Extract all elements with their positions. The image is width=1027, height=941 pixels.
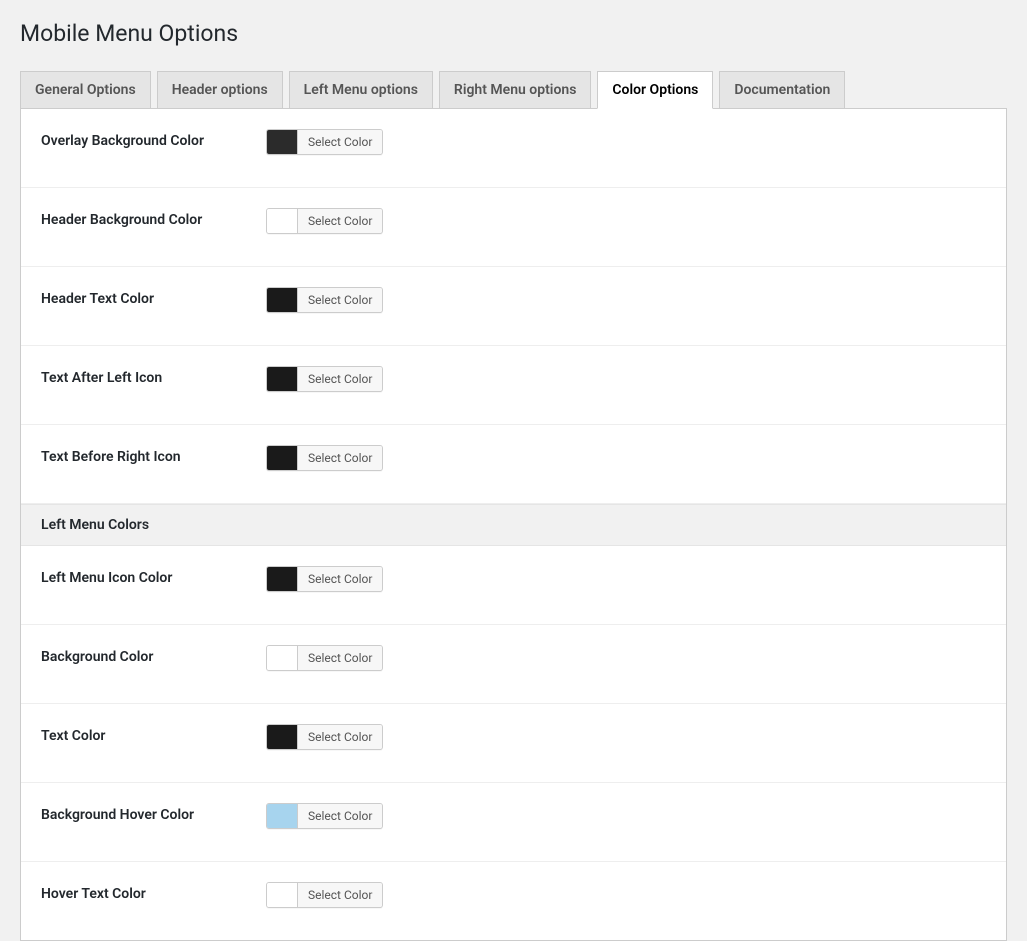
select-color-button[interactable]: Select Color (298, 367, 382, 391)
color-swatch[interactable] (267, 725, 298, 749)
tab-general-options[interactable]: General Options (20, 71, 151, 109)
field-label: Hover Text Color (41, 882, 266, 902)
field-left-menu-bg-hover-color: Background Hover Color Select Color (21, 783, 1006, 862)
field-label: Header Text Color (41, 287, 266, 307)
tab-left-menu-options[interactable]: Left Menu options (289, 71, 433, 109)
color-picker[interactable]: Select Color (266, 445, 383, 471)
field-label: Text Before Right Icon (41, 445, 266, 465)
field-label: Background Color (41, 645, 266, 665)
page-title: Mobile Menu Options (20, 10, 1007, 53)
settings-panel: Overlay Background Color Select Color He… (20, 108, 1007, 941)
select-color-button[interactable]: Select Color (298, 446, 382, 470)
field-left-menu-hover-text-color: Hover Text Color Select Color (21, 862, 1006, 940)
select-color-button[interactable]: Select Color (298, 725, 382, 749)
field-label: Background Hover Color (41, 803, 266, 823)
tab-color-options[interactable]: Color Options (597, 71, 713, 109)
field-label: Left Menu Icon Color (41, 566, 266, 586)
field-left-menu-text-color: Text Color Select Color (21, 704, 1006, 783)
field-label: Header Background Color (41, 208, 266, 228)
select-color-button[interactable]: Select Color (298, 646, 382, 670)
color-picker[interactable]: Select Color (266, 882, 383, 908)
color-swatch[interactable] (267, 367, 298, 391)
color-picker[interactable]: Select Color (266, 803, 383, 829)
field-left-menu-bg-color: Background Color Select Color (21, 625, 1006, 704)
color-swatch[interactable] (267, 883, 298, 907)
field-header-text-color: Header Text Color Select Color (21, 267, 1006, 346)
field-label: Text Color (41, 724, 266, 744)
field-label: Text After Left Icon (41, 366, 266, 386)
field-left-menu-icon-color: Left Menu Icon Color Select Color (21, 546, 1006, 625)
select-color-button[interactable]: Select Color (298, 288, 382, 312)
color-swatch[interactable] (267, 446, 298, 470)
field-label: Overlay Background Color (41, 129, 266, 149)
field-header-bg-color: Header Background Color Select Color (21, 188, 1006, 267)
field-overlay-bg-color: Overlay Background Color Select Color (21, 109, 1006, 188)
tab-header-options[interactable]: Header options (157, 71, 283, 109)
field-text-after-left-icon: Text After Left Icon Select Color (21, 346, 1006, 425)
color-picker[interactable]: Select Color (266, 366, 383, 392)
color-picker[interactable]: Select Color (266, 566, 383, 592)
color-picker[interactable]: Select Color (266, 724, 383, 750)
select-color-button[interactable]: Select Color (298, 883, 382, 907)
select-color-button[interactable]: Select Color (298, 209, 382, 233)
color-picker[interactable]: Select Color (266, 287, 383, 313)
field-text-before-right-icon: Text Before Right Icon Select Color (21, 425, 1006, 504)
color-picker[interactable]: Select Color (266, 129, 383, 155)
tab-right-menu-options[interactable]: Right Menu options (439, 71, 591, 109)
section-heading-left-menu-colors: Left Menu Colors (21, 504, 1006, 546)
color-swatch[interactable] (267, 804, 298, 828)
tab-documentation[interactable]: Documentation (719, 71, 845, 109)
color-swatch[interactable] (267, 209, 298, 233)
color-picker[interactable]: Select Color (266, 645, 383, 671)
select-color-button[interactable]: Select Color (298, 804, 382, 828)
color-swatch[interactable] (267, 646, 298, 670)
tabs: General Options Header options Left Menu… (20, 71, 1007, 109)
select-color-button[interactable]: Select Color (298, 130, 382, 154)
select-color-button[interactable]: Select Color (298, 567, 382, 591)
color-picker[interactable]: Select Color (266, 208, 383, 234)
color-swatch[interactable] (267, 130, 298, 154)
color-swatch[interactable] (267, 567, 298, 591)
color-swatch[interactable] (267, 288, 298, 312)
